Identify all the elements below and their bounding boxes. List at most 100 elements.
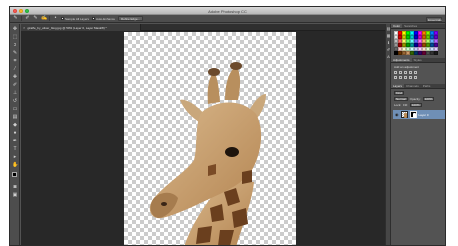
layer-thumbnail[interactable] [400,111,408,118]
gradient-tool-icon[interactable]: ▤ [12,114,18,120]
quick-selection-tool-icon[interactable]: ✎ [13,16,18,21]
screen-mode-icon[interactable]: ▣ [12,192,18,198]
adjustment-icons-row [394,71,417,74]
move-tool-icon[interactable]: ✥ [12,26,18,32]
document-tab-title: giraffe_by_oliver_blog.jpg @ 50% (Layer … [27,25,107,30]
photoshop-window: Adobe Photoshop CC ✎ ✐ ✎ ✍ • Sample All … [9,6,446,246]
blend-mode-select[interactable]: Normal [394,96,408,101]
giraffe-spot [242,170,252,184]
auto-enhance-checkbox[interactable]: Auto-Enhance [92,17,115,21]
fill-label: Fill: [403,102,408,107]
layer-kind-select[interactable]: Kind [394,90,405,95]
layer-filter-row: Kind [394,90,444,95]
history-panel-icon[interactable]: ▤ [387,27,391,31]
brush-size-icon[interactable]: • [53,16,58,21]
ossicone-tip [208,68,220,76]
dodge-tool-icon[interactable]: ● [12,130,18,136]
eye-icon[interactable]: ◉ [395,112,399,117]
type-tool-icon[interactable]: T [12,146,18,152]
foreground-color-swatch[interactable] [12,172,17,177]
eyedropper-tool-icon[interactable]: ⁄ [12,66,18,72]
clone-stamp-tool-icon[interactable]: ⊥ [12,90,18,96]
giraffe-image [149,62,266,245]
document-area: × giraffe_by_oliver_blog.jpg @ 50% (Laye… [21,24,385,245]
giraffe-spot [208,164,216,176]
new-selection-icon[interactable]: ✐ [25,16,30,21]
sample-all-layers-checkbox[interactable]: Sample All Layers [61,17,89,21]
giraffe-nostril [161,202,167,206]
tools-panel: ✥ ⬚ ↄ ✎ ⌗ ⁄ ✚ ✐ ⊥ ↺ ▭ ▤ ◆ ● ✒ T ▸ ✋ ◙ ▣ [10,24,20,245]
channel-mixer-icon[interactable] [414,76,417,79]
add-adjustment-label: Add an adjustment [394,65,420,69]
history-brush-tool-icon[interactable]: ↺ [12,98,18,104]
tab-paths[interactable]: Paths [421,84,433,88]
close-icon[interactable]: × [23,25,25,30]
auto-enhance-label: Auto-Enhance [96,16,116,21]
color-balance-icon[interactable] [399,76,402,79]
brush-tool-icon[interactable]: ✐ [12,82,18,88]
exposure-icon[interactable] [409,71,412,74]
adjustment-icons-row [394,76,417,79]
add-to-selection-icon[interactable]: ✎ [33,16,38,21]
properties-panel-icon[interactable]: ▦ [387,34,391,38]
window-title: Adobe Photoshop CC [208,8,247,14]
path-selection-tool-icon[interactable]: ▸ [12,154,18,160]
sample-all-layers-label: Sample All Layers [65,16,90,21]
tab-adjustments[interactable]: Adjustments [391,58,412,62]
giraffe-eye [225,147,239,157]
tab-styles[interactable]: Styles [412,58,424,62]
quick-selection-tool-icon[interactable]: ✎ [12,50,18,56]
fill-field[interactable]: 100% [409,102,422,107]
photo-filter-icon[interactable] [409,76,412,79]
giraffe-ossicone-right [225,66,241,100]
opacity-label: Opacity: [409,96,421,101]
image-canvas[interactable] [124,32,296,245]
divider [21,16,22,21]
levels-icon[interactable] [399,71,402,74]
tab-strip [141,24,385,31]
options-bar: ✎ ✐ ✎ ✍ • Sample All Layers Auto-Enhance… [10,15,445,23]
color-swatch[interactable] [434,51,438,55]
layers-panel-tabs: Layers Channels Paths [391,84,445,89]
character-panel-icon[interactable]: A [387,55,391,59]
ossicone-tip [230,62,242,70]
info-panel-icon[interactable]: ℹ [387,41,391,45]
layer-name[interactable]: Layer 0 [419,113,429,117]
giraffe-ossicone-left [207,72,220,104]
crop-tool-icon[interactable]: ⌗ [12,58,18,64]
layer-mask-thumbnail[interactable] [409,111,417,118]
hand-tool-icon[interactable]: ✋ [12,162,18,168]
blur-tool-icon[interactable]: ◆ [12,122,18,128]
tab-swatches[interactable]: Swatches [402,24,419,28]
pen-tool-icon[interactable]: ✒ [12,138,18,144]
subtract-from-selection-icon[interactable]: ✍ [41,16,47,21]
giraffe-spot [196,226,212,244]
color-panel-tabs: Color Swatches [391,24,445,29]
checkbox-box[interactable] [61,17,64,20]
opacity-field[interactable]: 100% [422,96,435,101]
swatches-grid[interactable] [394,31,438,55]
title-bar: Adobe Photoshop CC [10,7,445,15]
tab-layers[interactable]: Layers [391,84,405,88]
refine-edge-button[interactable]: Refine Edge... [118,16,144,21]
lasso-tool-icon[interactable]: ↄ [12,42,18,48]
brightness-contrast-icon[interactable] [394,71,397,74]
workspace-select[interactable]: Essentials [426,16,442,22]
layer-row[interactable]: ◉ Layer 0 [393,110,445,119]
vibrance-icon[interactable] [414,71,417,74]
brush-panel-icon[interactable]: ✐ [387,48,391,52]
eraser-tool-icon[interactable]: ▭ [12,106,18,112]
divider [49,16,50,21]
quick-mask-icon[interactable]: ◙ [12,184,18,190]
marquee-tool-icon[interactable]: ⬚ [12,34,18,40]
document-tab[interactable]: × giraffe_by_oliver_blog.jpg @ 50% (Laye… [21,24,141,31]
tab-channels[interactable]: Channels [404,84,421,88]
checkbox-box[interactable] [92,17,96,20]
black-white-icon[interactable] [404,76,407,79]
healing-brush-tool-icon[interactable]: ✚ [12,74,18,80]
tab-color[interactable]: Color [391,24,403,28]
adjustments-panel-tabs: Adjustments Styles [391,58,445,63]
lock-label: Lock: [394,102,402,107]
curves-icon[interactable] [404,71,407,74]
hue-saturation-icon[interactable] [394,76,397,79]
